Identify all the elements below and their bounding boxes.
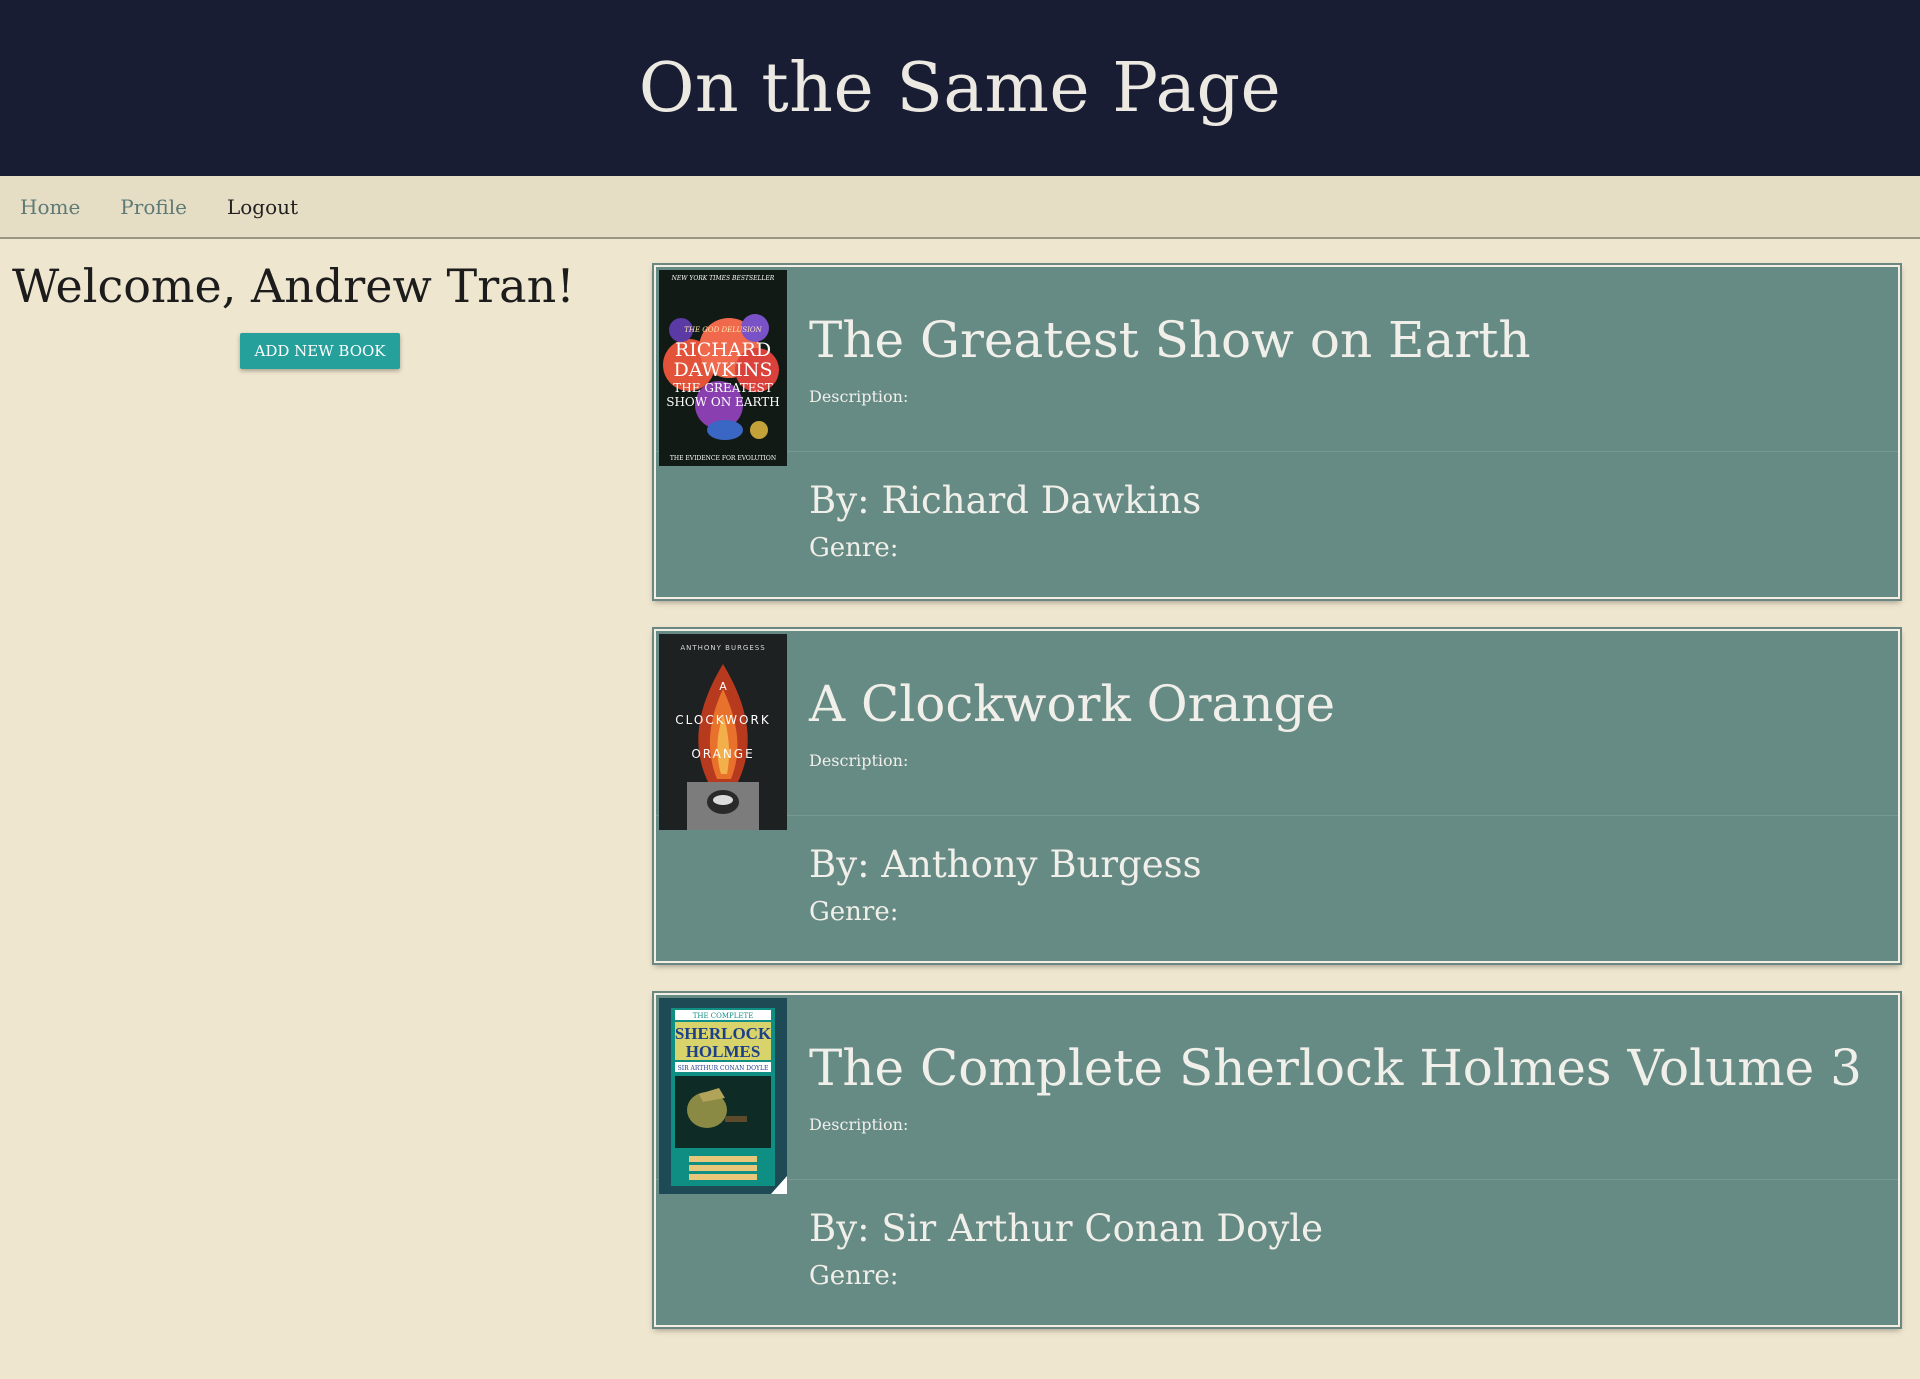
sidebar: Welcome, Andrew Tran! ADD NEW BOOK xyxy=(0,239,640,1357)
description-label: Description: xyxy=(809,751,909,770)
nav-profile-link[interactable]: Profile xyxy=(120,195,187,219)
book-card[interactable]: THE COMPLETE SHERLOCK HOLMES SIR ARTHUR … xyxy=(652,991,1902,1329)
book-author: By: Anthony Burgess xyxy=(809,843,1202,886)
nav-logout-link[interactable]: Logout xyxy=(227,195,298,219)
svg-text:ANTHONY BURGESS: ANTHONY BURGESS xyxy=(680,644,765,652)
welcome-heading: Welcome, Andrew Tran! xyxy=(12,259,575,313)
book-author: By: Sir Arthur Conan Doyle xyxy=(809,1207,1323,1250)
svg-text:A: A xyxy=(719,680,727,693)
book-card[interactable]: NEW YORK TIMES BESTSELLER THE GOD DELUSI… xyxy=(652,263,1902,601)
nav-home-link[interactable]: Home xyxy=(20,195,80,219)
nav-bar: Home Profile Logout xyxy=(0,176,1920,239)
book-title: The Complete Sherlock Holmes Volume 3 xyxy=(809,1039,1862,1097)
description-label: Description: xyxy=(809,1115,909,1134)
book-cover-image: ANTHONY BURGESS A CLOCKWORK ORANGE xyxy=(659,634,787,830)
add-new-book-button[interactable]: ADD NEW BOOK xyxy=(240,333,400,369)
svg-text:THE COMPLETE: THE COMPLETE xyxy=(693,1012,754,1020)
svg-text:NEW YORK TIMES BESTSELLER: NEW YORK TIMES BESTSELLER xyxy=(671,275,775,282)
svg-text:THE GOD DELUSION: THE GOD DELUSION xyxy=(684,326,762,334)
book-author: By: Richard Dawkins xyxy=(809,479,1202,522)
book-list: NEW YORK TIMES BESTSELLER THE GOD DELUSI… xyxy=(652,239,1902,1357)
svg-text:DAWKINS: DAWKINS xyxy=(673,359,772,381)
svg-text:THE EVIDENCE FOR EVOLUTION: THE EVIDENCE FOR EVOLUTION xyxy=(670,455,776,462)
svg-text:ORANGE: ORANGE xyxy=(691,747,754,761)
genre-label: Genre: xyxy=(809,1261,899,1291)
svg-text:SHERLOCK: SHERLOCK xyxy=(675,1024,772,1043)
svg-text:SIR ARTHUR CONAN DOYLE: SIR ARTHUR CONAN DOYLE xyxy=(678,1065,769,1072)
site-title: On the Same Page xyxy=(638,48,1282,128)
genre-label: Genre: xyxy=(809,533,899,563)
main-content: Welcome, Andrew Tran! ADD NEW BOOK NEW Y… xyxy=(0,239,1920,1357)
book-card[interactable]: ANTHONY BURGESS A CLOCKWORK ORANGE A Clo… xyxy=(652,627,1902,965)
genre-label: Genre: xyxy=(809,897,899,927)
book-cover-image: THE COMPLETE SHERLOCK HOLMES SIR ARTHUR … xyxy=(659,998,787,1194)
svg-text:CLOCKWORK: CLOCKWORK xyxy=(675,713,770,727)
book-title: A Clockwork Orange xyxy=(809,675,1336,733)
svg-text:HOLMES: HOLMES xyxy=(686,1042,761,1061)
svg-text:RICHARD: RICHARD xyxy=(675,339,771,361)
description-label: Description: xyxy=(809,387,909,406)
book-cover-image: NEW YORK TIMES BESTSELLER THE GOD DELUSI… xyxy=(659,270,787,466)
svg-text:SHOW ON EARTH: SHOW ON EARTH xyxy=(666,395,780,409)
site-header: On the Same Page xyxy=(0,0,1920,176)
book-title: The Greatest Show on Earth xyxy=(809,311,1531,369)
svg-text:THE GREATEST: THE GREATEST xyxy=(673,381,772,395)
